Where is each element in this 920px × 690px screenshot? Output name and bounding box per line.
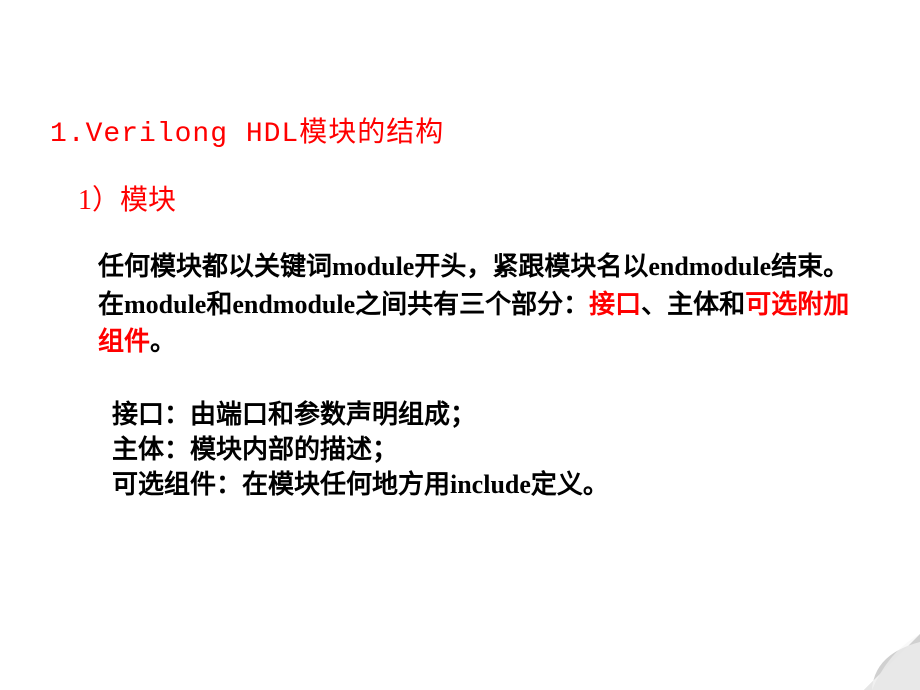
para-text-3: 。 <box>150 327 176 356</box>
para-text-2: 、主体和 <box>641 290 745 319</box>
paragraph-main: 任何模块都以关键词module开头，紧跟模块名以endmodule结束。在mod… <box>98 248 850 361</box>
definition-line-3: 可选组件：在模块任何地方用include定义。 <box>112 467 870 502</box>
page-fold-icon <box>864 634 920 690</box>
slide-container: 1.Verilong HDL模块的结构 1）模块 任何模块都以关键词module… <box>0 0 920 690</box>
definitions-block: 接口：由端口和参数声明组成； 主体：模块内部的描述； 可选组件：在模块任何地方用… <box>112 397 870 502</box>
definition-line-1: 接口：由端口和参数声明组成； <box>112 397 870 432</box>
subsection-heading: 1）模块 <box>78 178 870 218</box>
para-highlight-1: 接口 <box>589 290 641 319</box>
definition-line-2: 主体：模块内部的描述； <box>112 432 870 467</box>
section-heading: 1.Verilong HDL模块的结构 <box>50 110 870 150</box>
